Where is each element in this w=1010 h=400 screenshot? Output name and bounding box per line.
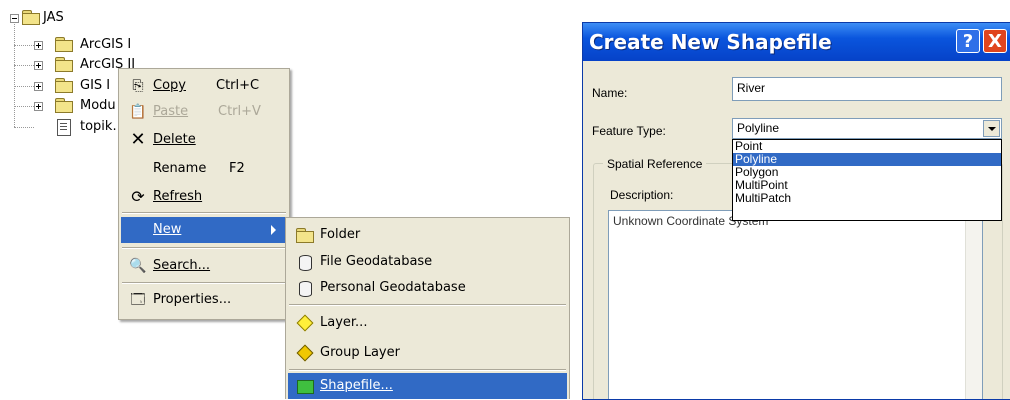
search-icon: 🔍 [129,258,147,274]
menu-item-personal-geodatabase[interactable]: Personal Geodatabase [288,275,567,301]
folder-icon [55,78,73,93]
collapse-icon[interactable] [10,14,19,23]
dialog-titlebar[interactable]: Create New Shapefile ? X [583,23,1010,61]
name-field[interactable]: River [732,77,1002,101]
document-icon [57,119,71,136]
menu-item-group-layer[interactable]: Group Layer [288,340,567,366]
expand-icon[interactable] [34,102,43,111]
chevron-down-icon[interactable] [983,120,1000,137]
feature-type-label: Feature Type: [592,124,666,138]
help-button[interactable]: ? [956,29,980,53]
name-label: Name: [592,86,628,100]
menu-item-folder[interactable]: Folder [288,222,567,248]
submenu-arrow-icon [271,225,276,235]
tree-item-label[interactable]: topik. [80,116,117,136]
folder-icon [296,227,314,243]
tree-item-root-label[interactable]: JAS [43,7,64,27]
folder-icon [55,37,73,52]
create-shapefile-dialog: Create New Shapefile ? X Name: River Fea… [582,22,1010,400]
group-layer-icon [296,344,314,362]
folder-open-icon [22,10,40,25]
copy-icon: ⎘ [132,78,144,94]
menu-item-file-geodatabase[interactable]: File Geodatabase [288,249,567,275]
menu-separator [122,247,286,249]
folder-icon [55,57,73,72]
personal-geodatabase-icon [296,280,314,297]
menu-item-shapefile[interactable]: Shapefile... [288,373,567,399]
tree-item-label[interactable]: Modu [80,95,116,115]
tree-connector [14,86,34,87]
delete-icon: ✕ [130,129,146,150]
tree-connector [14,127,34,128]
menu-item-search[interactable]: 🔍 Search... [121,253,287,279]
menu-item-properties[interactable]: 🗔 Properties... [121,287,287,313]
close-button[interactable]: X [983,29,1007,53]
tree-connector [14,22,15,127]
menu-item-copy[interactable]: ⎘ Copy Ctrl+C [121,73,287,99]
feature-type-dropdown-list: Point Polyline Polygon MultiPoint MultiP… [732,139,1002,221]
description-scrollbar[interactable] [965,211,982,399]
properties-icon: 🗔 [130,292,146,308]
new-submenu: Folder File Geodatabase Personal Geodata… [285,217,570,399]
feature-type-select[interactable]: Polyline [732,118,1002,139]
menu-item-paste[interactable]: 📋 Paste Ctrl+V [121,99,287,125]
menu-separator [122,282,286,284]
tree-connector [14,106,34,107]
dialog-title: Create New Shapefile [589,30,832,54]
expand-icon[interactable] [34,61,43,70]
layer-icon [296,314,314,332]
option-multipatch[interactable]: MultiPatch [733,192,1001,205]
description-label: Description: [610,188,674,202]
menu-item-new[interactable]: New [121,217,287,243]
file-geodatabase-icon [296,254,314,271]
expand-icon[interactable] [34,82,43,91]
description-box: Unknown Coordinate System [608,210,983,399]
menu-separator [122,212,286,214]
menu-separator [289,304,566,306]
menu-item-rename[interactable]: Rename F2 [121,156,287,182]
folder-icon [55,98,73,113]
paste-icon: 📋 [129,104,147,120]
tree-connector [14,65,34,66]
refresh-icon: ⟳ [131,187,145,206]
menu-item-layer[interactable]: Layer... [288,310,567,336]
tree-item-label[interactable]: GIS I [80,75,110,95]
menu-separator [289,369,566,371]
expand-icon[interactable] [34,41,43,50]
shapefile-icon [296,378,314,394]
spatial-reference-label: Spatial Reference [603,157,707,171]
tree-connector [14,45,34,46]
context-menu: ⎘ Copy Ctrl+C 📋 Paste Ctrl+V ✕ Delete Re… [118,68,290,320]
menu-item-refresh[interactable]: ⟳ Refresh [121,184,287,210]
menu-item-delete[interactable]: ✕ Delete [121,127,287,153]
tree-item-label[interactable]: ArcGIS I [80,34,131,54]
